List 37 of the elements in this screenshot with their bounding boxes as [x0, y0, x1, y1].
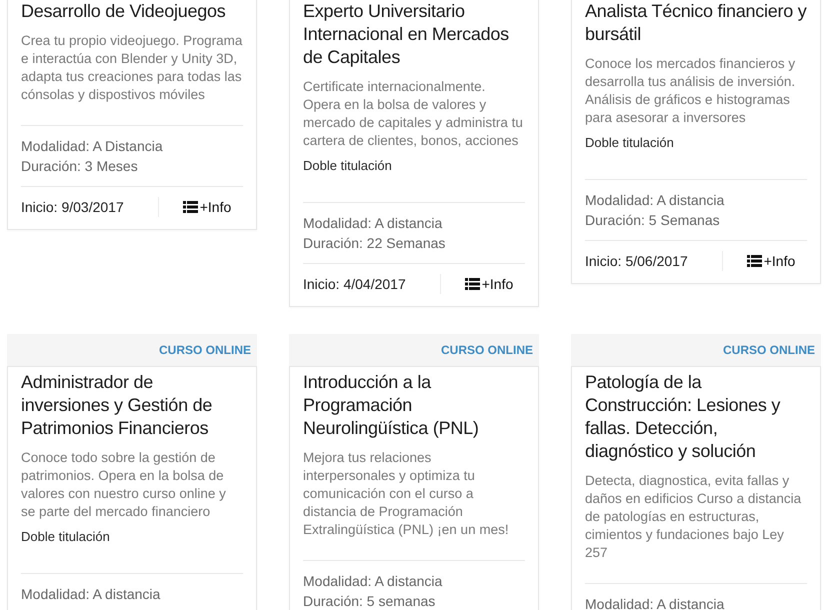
list-icon [464, 278, 480, 290]
more-info-link[interactable]: +Info [182, 197, 232, 217]
duration-text: Duración: 22 Semanas [303, 234, 446, 253]
duration-text: Duración: 3 Meses [21, 157, 139, 176]
list-icon [746, 255, 762, 267]
course-type-header: CURSO ONLINE [7, 334, 257, 366]
modality-text: Modalidad: A distancia [303, 214, 444, 233]
modality-text: Modalidad: A distancia [585, 595, 726, 610]
double-degree-note: Doble titulación [585, 134, 675, 152]
course-description: Mejora tus relaciones interpersonales y optimiza tu comunicación con el curso a distancia de Programación Extralingüística (PNL) ¡en un mes! [303, 449, 510, 539]
start-date: Inicio: 4/04/2017 [303, 275, 407, 294]
list-icon [182, 201, 198, 213]
course-type-header: CURSO ONLINE [289, 334, 539, 366]
course-description: Detecta, diagnostica, evita fallas y daños en edificios Curso a distancia de patologías en estructuras, cimientos y fundaciones bajo Ley 257 [585, 472, 802, 562]
start-date: Inicio: 9/03/2017 [21, 198, 125, 217]
modality-text: Modalidad: A distancia [21, 585, 162, 604]
double-degree-note: Doble titulación [303, 157, 393, 175]
course-title[interactable]: Patología de la Construcción: Lesiones y fallas. Detección, diagnóstico y solución [585, 371, 807, 463]
start-date: Inicio: 5/06/2017 [585, 252, 689, 271]
modality-text: Modalidad: A Distancia [21, 137, 164, 156]
more-info-link[interactable]: +Info [746, 251, 796, 271]
more-info-link[interactable]: +Info [464, 274, 514, 294]
course-description: Certificate internacionalmente. Opera en la bolsa de valores y mercado de capitales y administra tu cartera de clientes, bonos, acciones [303, 78, 524, 150]
course-type-header: CURSO ONLINE [571, 334, 821, 366]
course-title[interactable]: Analista Técnico financiero y bursátil [585, 0, 807, 46]
course-description: Crea tu propio videojuego. Programa e interactúa con Blender y Unity 3D, adapta tus creaciones para todas las cónsolas y dispostivos móviles [21, 32, 243, 104]
course-title[interactable]: Desarrollo de Videojuegos [21, 0, 243, 23]
course-description: Conoce los mercados financieros y desarrolla tus análisis de inversión. Análisis de gráficos e histogramas para asesorar a inversores [585, 55, 796, 127]
course-description: Conoce todo sobre la gestión de patrimonios. Opera en la bolsa de valores con nuestro curso online y se parte del mercado financiero [21, 449, 227, 521]
double-degree-note: Doble titulación [21, 528, 111, 546]
course-title[interactable]: Administrador de inversiones y Gestión de Patrimonios Financieros [21, 371, 243, 440]
modality-text: Modalidad: A distancia [585, 191, 726, 210]
duration-text: Duración: 5 Semanas [585, 211, 721, 230]
duration-text: Duración: 5 semanas [303, 592, 436, 610]
course-title[interactable]: Introducción a la Programación Neurolingüística (PNL) [303, 371, 525, 440]
course-title[interactable]: Experto Universitario Internacional en Mercados de Capitales [303, 0, 525, 69]
modality-text: Modalidad: A distancia [303, 572, 444, 591]
